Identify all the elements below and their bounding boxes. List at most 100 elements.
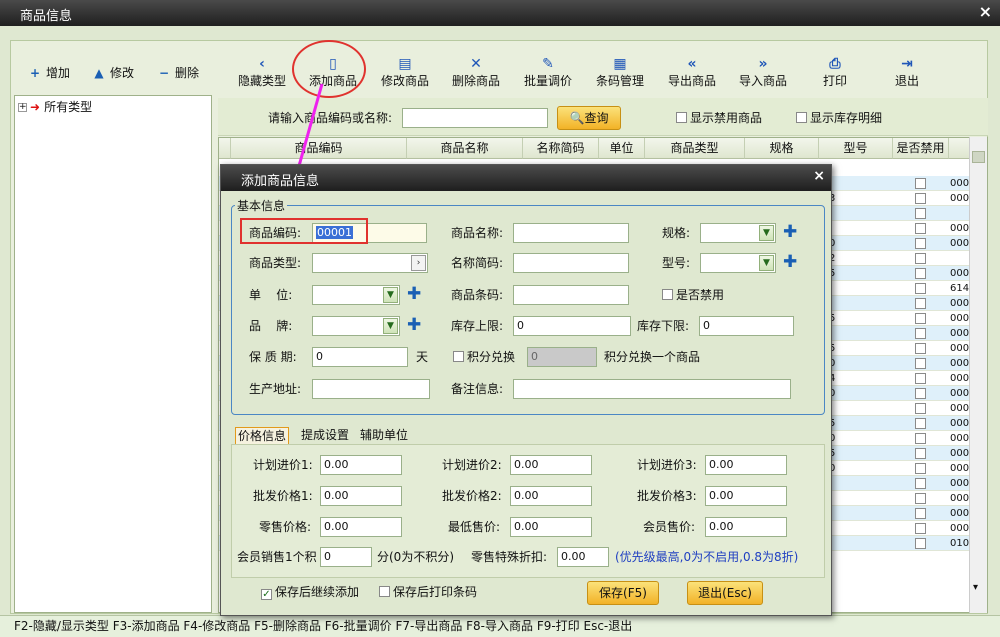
chevron-right-icon[interactable]: › <box>411 255 426 271</box>
show-disabled-checkbox[interactable]: 显示禁用商品 <box>676 111 762 125</box>
add-category-button[interactable]: + 增加 <box>28 63 70 83</box>
min-price-input[interactable]: 0.00 <box>510 517 592 537</box>
grid-header-unit[interactable]: 单位 <box>599 138 645 159</box>
spec-select[interactable]: ▼ <box>700 223 776 243</box>
disabled-checkbox-cell[interactable] <box>915 193 926 204</box>
disabled-checkbox-cell[interactable] <box>915 313 926 324</box>
disabled-checkbox-cell[interactable] <box>915 208 926 219</box>
category-tree[interactable]: + ➜ 所有类型 <box>14 95 212 613</box>
stock-upper-input[interactable]: 0 <box>513 316 631 336</box>
stock-lower-input[interactable]: 0 <box>699 316 794 336</box>
plan-price1-input[interactable]: 0.00 <box>320 455 402 475</box>
grid-scrollbar[interactable]: ▾ <box>969 137 987 613</box>
tab-commission[interactable]: 提成设置 <box>299 427 351 445</box>
add-brand-button[interactable]: ✚ <box>407 316 421 334</box>
disabled-checkbox-cell[interactable] <box>915 238 926 249</box>
continue-add-checkbox[interactable]: ✓ 保存后继续添加 <box>261 585 359 600</box>
disabled-checkbox-cell[interactable] <box>915 478 926 489</box>
brand-select[interactable]: ▼ <box>312 316 400 336</box>
points-exchange-checkbox[interactable]: 积分兑换 <box>453 350 515 364</box>
remark-input[interactable] <box>513 379 791 399</box>
disabled-checkbox-cell[interactable] <box>915 418 926 429</box>
disabled-checkbox-cell[interactable] <box>915 268 926 279</box>
print-barcode-checkbox[interactable]: 保存后打印条码 <box>379 585 477 599</box>
points-input[interactable]: 0 <box>527 347 597 367</box>
window-close-button[interactable]: × <box>979 2 992 21</box>
barcode-manage-button[interactable]: ▦ 条码管理 <box>588 56 652 89</box>
grid-header-name[interactable]: 商品名称 <box>407 138 523 159</box>
tab-price-info[interactable]: 价格信息 <box>235 427 290 445</box>
grid-header-type[interactable]: 商品类型 <box>645 138 745 159</box>
disabled-checkbox-cell[interactable] <box>915 358 926 369</box>
grid-header-model[interactable]: 型号 <box>819 138 893 159</box>
grid-header-abbr[interactable]: 名称简码 <box>523 138 599 159</box>
disabled-checkbox-cell[interactable] <box>915 388 926 399</box>
shelf-life-unit: 天 <box>416 350 429 364</box>
add-unit-button[interactable]: ✚ <box>407 285 421 303</box>
disabled-checkbox-cell[interactable] <box>915 298 926 309</box>
disabled-checkbox-cell[interactable] <box>915 508 926 519</box>
disabled-checkbox-cell[interactable] <box>915 433 926 444</box>
plan-price2-label: 计划进价2: <box>442 458 502 472</box>
barcode-input[interactable] <box>513 285 629 305</box>
add-model-button[interactable]: ✚ <box>783 253 797 271</box>
abbr-input[interactable] <box>513 253 629 273</box>
disabled-checkbox[interactable]: 是否禁用 <box>662 288 724 302</box>
code-cell: 000 <box>950 418 970 429</box>
disabled-checkbox-cell[interactable] <box>915 448 926 459</box>
tab-aux-unit[interactable]: 辅助单位 <box>358 427 410 445</box>
add-spec-button[interactable]: ✚ <box>783 223 797 241</box>
retail-price-input[interactable]: 0.00 <box>320 517 402 537</box>
edit-category-button[interactable]: ▲ 修改 <box>92 63 134 83</box>
grid-header-disabled[interactable]: 是否禁用 <box>893 138 949 159</box>
disabled-checkbox-cell[interactable] <box>915 373 926 384</box>
batch-price-button[interactable]: ✎ 批量调价 <box>516 56 580 89</box>
save-button[interactable]: 保存(F5) <box>587 581 659 605</box>
wholesale2-input[interactable]: 0.00 <box>510 486 592 506</box>
member-price-input[interactable]: 0.00 <box>705 517 787 537</box>
discount-input[interactable]: 0.00 <box>557 547 609 567</box>
unit-select[interactable]: ▼ <box>312 285 400 305</box>
type-picker[interactable]: › <box>312 253 428 273</box>
plan-price2-input[interactable]: 0.00 <box>510 455 592 475</box>
dialog-close-button[interactable]: × <box>813 168 825 184</box>
disabled-checkbox-cell[interactable] <box>915 283 926 294</box>
code-cell: 010 <box>950 538 970 549</box>
disabled-checkbox-cell[interactable] <box>915 178 926 189</box>
scroll-thumb[interactable] <box>972 151 985 163</box>
name-input[interactable] <box>513 223 629 243</box>
triangle-up-icon: ▲ <box>94 66 104 80</box>
wholesale3-input[interactable]: 0.00 <box>705 486 787 506</box>
plan-price3-input[interactable]: 0.00 <box>705 455 787 475</box>
disabled-checkbox-cell[interactable] <box>915 493 926 504</box>
tree-node-all-types[interactable]: + ➜ 所有类型 <box>18 98 92 116</box>
show-stock-checkbox[interactable]: 显示库存明细 <box>796 111 882 125</box>
shelf-life-input[interactable]: 0 <box>312 347 408 367</box>
grid-header-spec[interactable]: 规格 <box>745 138 819 159</box>
expand-icon[interactable]: + <box>18 103 27 112</box>
print-button[interactable]: ⎙ 打印 <box>803 56 867 89</box>
chevron-left-icon: ‹ <box>259 56 265 72</box>
disabled-checkbox-cell[interactable] <box>915 463 926 474</box>
wholesale1-input[interactable]: 0.00 <box>320 486 402 506</box>
address-input[interactable] <box>312 379 430 399</box>
exit-button[interactable]: ⇥ 退出 <box>875 56 939 89</box>
disabled-checkbox-cell[interactable] <box>915 223 926 234</box>
query-button[interactable]: 🔍查询 <box>557 106 621 130</box>
edit-product-button[interactable]: ▤ 修改商品 <box>373 56 437 89</box>
scroll-down-icon[interactable]: ▾ <box>973 582 978 593</box>
disabled-checkbox-cell[interactable] <box>915 343 926 354</box>
dialog-exit-button[interactable]: 退出(Esc) <box>687 581 763 605</box>
disabled-checkbox-cell[interactable] <box>915 538 926 549</box>
member-points-input[interactable]: 0 <box>320 547 372 567</box>
disabled-checkbox-cell[interactable] <box>915 253 926 264</box>
disabled-checkbox-cell[interactable] <box>915 523 926 534</box>
delete-product-button[interactable]: ✕ 删除商品 <box>444 56 508 89</box>
export-product-button[interactable]: « 导出商品 <box>660 56 724 89</box>
model-select[interactable]: ▼ <box>700 253 776 273</box>
disabled-checkbox-cell[interactable] <box>915 403 926 414</box>
search-input[interactable] <box>402 108 548 128</box>
import-product-button[interactable]: » 导入商品 <box>731 56 795 89</box>
delete-category-button[interactable]: − 删除 <box>157 63 199 83</box>
disabled-checkbox-cell[interactable] <box>915 328 926 339</box>
